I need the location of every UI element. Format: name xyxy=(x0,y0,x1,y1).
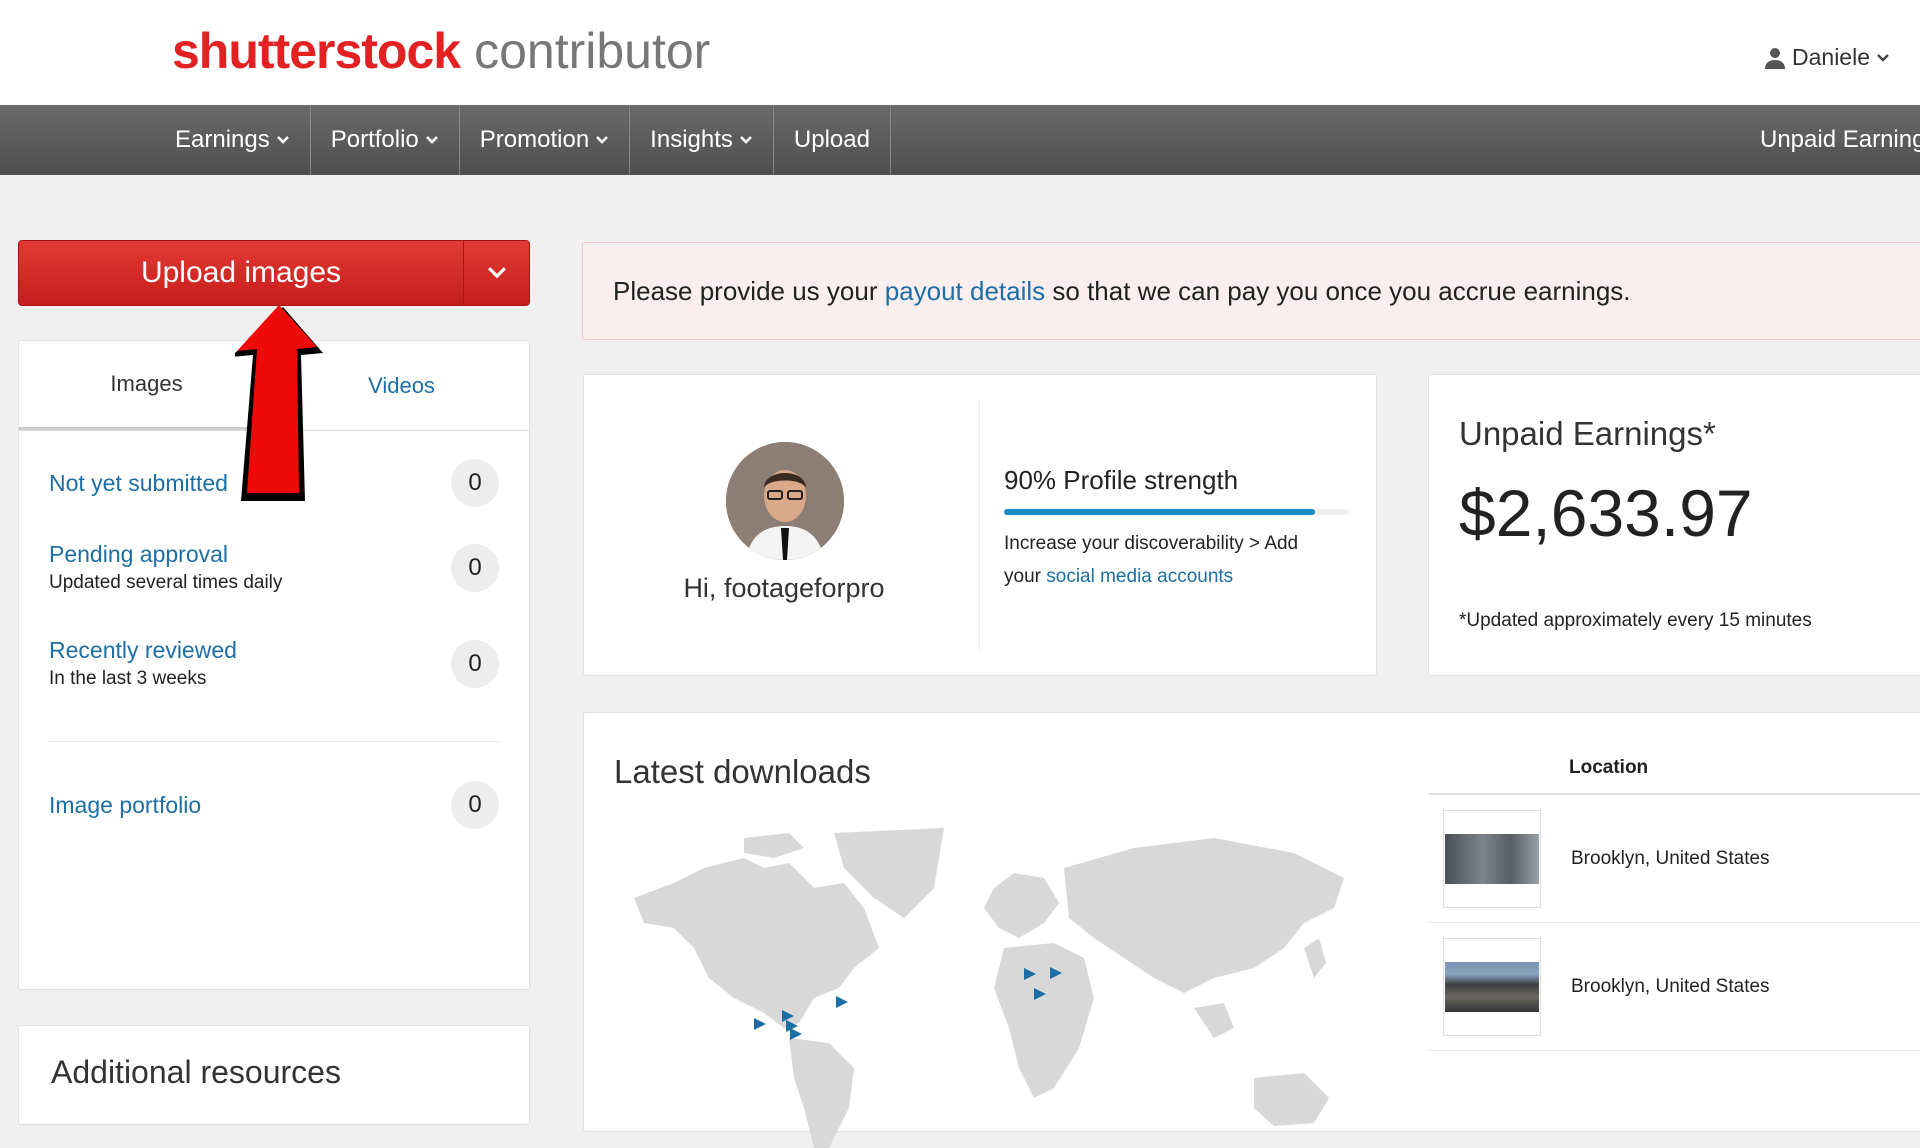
user-menu[interactable]: Daniele xyxy=(1764,44,1890,71)
upload-images-button[interactable]: Upload images xyxy=(18,240,530,306)
row-title-link[interactable]: Not yet submitted xyxy=(49,470,228,497)
user-icon xyxy=(1765,47,1785,69)
payout-details-link[interactable]: payout details xyxy=(885,276,1045,307)
tab-label: Images xyxy=(110,371,183,396)
row-location: Brooklyn, United States xyxy=(1571,975,1770,997)
unpaid-earnings-card: Unpaid Earnings* $2,633.97 *Updated appr… xyxy=(1428,374,1920,676)
chevron-down-icon xyxy=(739,136,752,144)
row-subtitle: Updated several times daily xyxy=(49,572,283,593)
nav-earnings[interactable]: Earnings xyxy=(155,105,311,175)
nav-unpaid-earnings[interactable]: Unpaid Earning xyxy=(1760,105,1920,175)
count-badge: 0 xyxy=(451,459,499,507)
profile-strength-title: 90% Profile strength xyxy=(1004,465,1239,495)
nav-label: Unpaid Earning xyxy=(1760,126,1920,153)
row-title-link[interactable]: Pending approval xyxy=(49,541,282,568)
thumbnail-image xyxy=(1445,833,1539,884)
download-marker[interactable] xyxy=(754,1018,766,1030)
chevron-down-icon xyxy=(276,136,289,144)
chevron-down-icon xyxy=(425,136,438,144)
payout-alert: Please provide us your payout details so… xyxy=(582,242,1920,340)
top-header: shutterstock contributor Daniele xyxy=(0,0,1920,105)
unpaid-earnings-label: Unpaid Earnings* xyxy=(1459,415,1716,452)
chevron-down-icon xyxy=(487,267,506,279)
download-thumbnail[interactable] xyxy=(1443,809,1541,908)
list-item-image-portfolio: Image portfolio 0 xyxy=(49,781,499,829)
user-name: Daniele xyxy=(1792,44,1870,70)
nav-label: Insights xyxy=(650,126,733,153)
table-row[interactable]: Brooklyn, United States xyxy=(1429,923,1920,1051)
divider xyxy=(979,400,980,650)
upload-images-label: Upload images xyxy=(140,256,342,289)
nav-upload[interactable]: Upload xyxy=(774,105,891,175)
avatar-photo xyxy=(726,442,844,560)
profile-strength-desc: Increase your discoverability > Add your… xyxy=(1004,527,1334,593)
nav-label: Earnings xyxy=(175,126,270,153)
social-media-accounts-link[interactable]: social media accounts xyxy=(1046,566,1233,587)
world-map xyxy=(634,828,1344,1148)
count-badge: 0 xyxy=(451,543,499,592)
logo-brand-text: shutterstock xyxy=(172,23,461,79)
divider xyxy=(49,741,499,742)
alert-text: so that we can pay you once you accrue e… xyxy=(1045,275,1631,306)
chevron-down-icon xyxy=(1877,53,1889,62)
nav-label: Portfolio xyxy=(330,126,419,153)
chevron-down-icon xyxy=(596,136,609,144)
row-location: Brooklyn, United States xyxy=(1571,847,1770,869)
logo-product-text: contributor xyxy=(474,23,711,79)
profile-strength-bar xyxy=(1004,509,1349,515)
nav-promotion[interactable]: Promotion xyxy=(460,105,631,175)
profile-card: Hi, footageforpro 90% Profile strength I… xyxy=(583,374,1377,676)
main-nav: Earnings Portfolio Promotion Insights Up… xyxy=(0,105,1920,175)
download-marker[interactable] xyxy=(836,996,848,1008)
tab-label: Videos xyxy=(368,372,435,398)
alert-text: Please provide us your xyxy=(613,275,885,306)
additional-resources-card: Additional resources xyxy=(18,1025,530,1125)
list-item-pending-approval: Pending approval Updated several times da… xyxy=(49,541,499,594)
greeting: Hi, footageforpro xyxy=(683,573,885,603)
downloads-table: Location I Brooklyn, United States Brook… xyxy=(1429,713,1920,1051)
table-header: Location I xyxy=(1429,713,1920,795)
row-title-link[interactable]: Image portfolio xyxy=(49,792,201,819)
column-header-location: Location xyxy=(1569,757,1649,778)
shutterstock-logo[interactable]: shutterstock contributor xyxy=(172,22,710,80)
nav-portfolio[interactable]: Portfolio xyxy=(311,105,460,175)
download-thumbnail[interactable] xyxy=(1443,937,1541,1036)
nav-insights[interactable]: Insights xyxy=(630,105,774,175)
table-row[interactable]: Brooklyn, United States xyxy=(1429,795,1920,923)
latest-downloads-card: Latest downloads Location I xyxy=(583,712,1920,1148)
avatar[interactable] xyxy=(726,442,844,560)
upload-images-main[interactable]: Upload images xyxy=(19,241,463,305)
latest-downloads-heading: Latest downloads xyxy=(614,753,871,790)
row-subtitle: In the last 3 weeks xyxy=(49,668,207,689)
thumbnail-image xyxy=(1445,961,1539,1012)
nav-label: Promotion xyxy=(479,126,590,153)
nav-label: Upload xyxy=(793,126,870,153)
unpaid-earnings-value: $2,633.97 xyxy=(1459,476,1753,550)
upload-dropdown-toggle[interactable] xyxy=(463,241,529,305)
download-marker[interactable] xyxy=(790,1028,802,1040)
count-badge: 0 xyxy=(451,639,499,688)
profile-strength-fill xyxy=(1004,509,1315,515)
additional-resources-heading: Additional resources xyxy=(51,1054,341,1090)
red-arrow-annotation xyxy=(235,305,323,501)
count-badge: 0 xyxy=(451,781,499,829)
earnings-note: *Updated approximately every 15 minutes xyxy=(1459,610,1812,631)
list-item-recently-reviewed: Recently reviewed In the last 3 weeks 0 xyxy=(49,637,499,690)
row-title-link[interactable]: Recently reviewed xyxy=(49,637,237,664)
